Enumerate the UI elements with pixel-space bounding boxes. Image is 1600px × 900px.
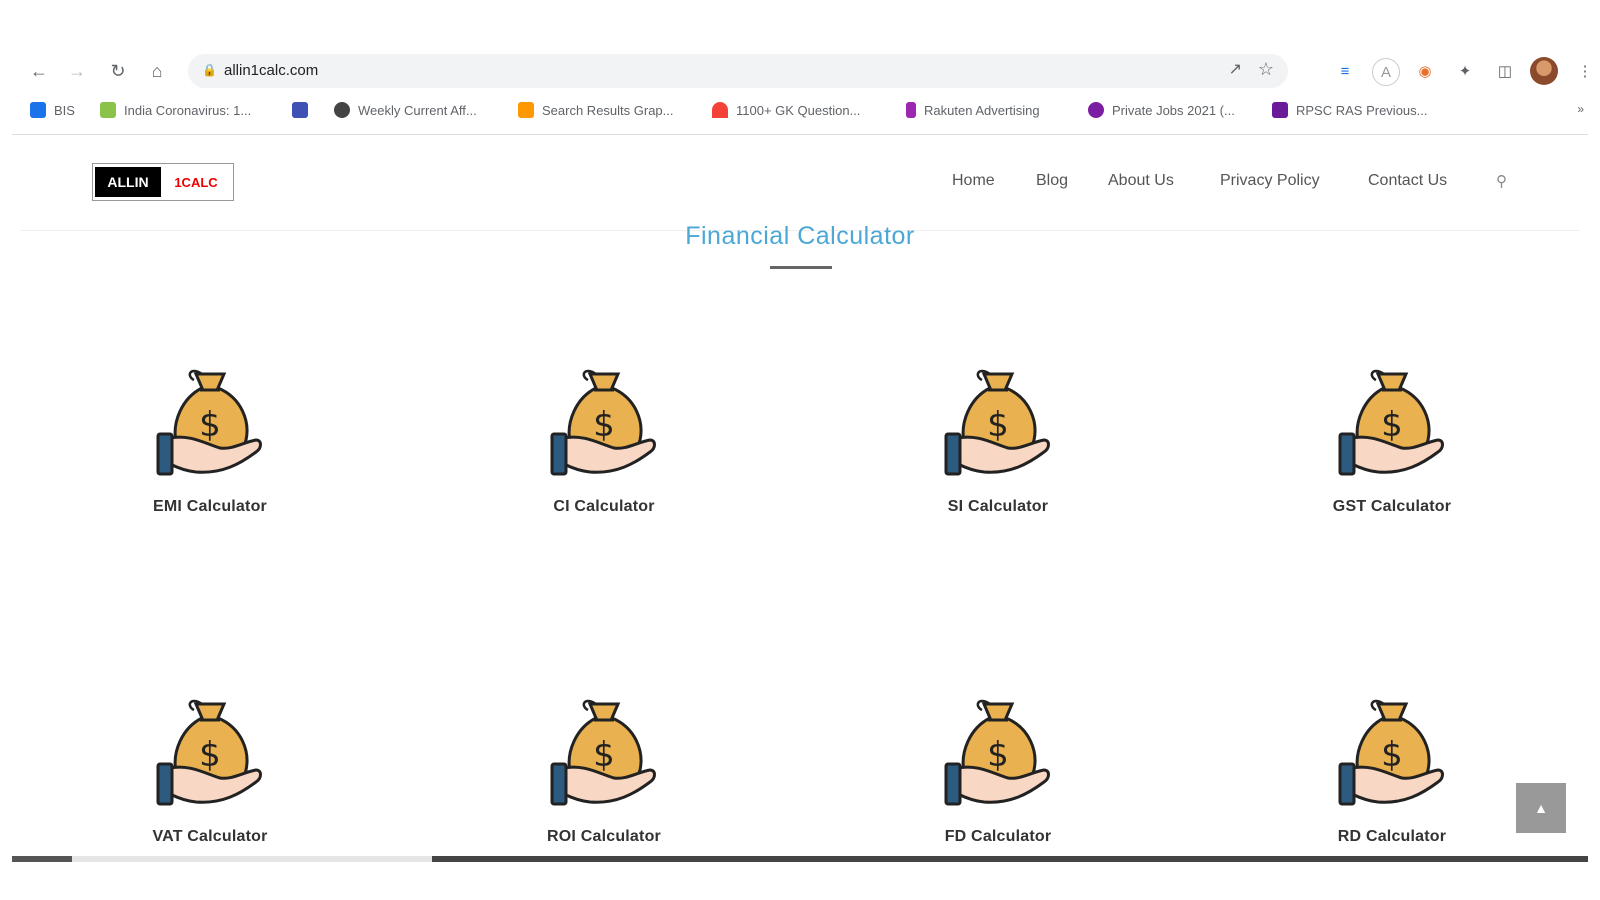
bookmark-favicon (334, 102, 350, 118)
bookmark-label: Weekly Current Aff... (358, 102, 477, 118)
calculator-label[interactable]: VAT Calculator (90, 828, 330, 846)
gst-calculator-card[interactable]: GST Calculator (1272, 360, 1512, 516)
bookmark-label: Search Results Grap... (542, 102, 674, 118)
money-bag-icon (544, 690, 664, 810)
logo-part-calc: 1CALC (174, 174, 218, 190)
address-bar[interactable]: 🔒 allin1calc.com ↗ ☆ (188, 54, 1288, 88)
section-title: Financial Calculator (685, 222, 915, 250)
translate-extension-icon[interactable]: ≡ (1332, 58, 1358, 84)
bookmark-favicon (518, 102, 534, 118)
bookmark-item[interactable]: India Coronavirus: 1... (100, 102, 251, 118)
reload-icon[interactable]: ↻ (105, 58, 131, 84)
search-icon[interactable]: ⚲ (1496, 172, 1507, 190)
calculator-label[interactable]: SI Calculator (878, 498, 1118, 516)
money-bag-icon (150, 360, 270, 480)
title-underline (770, 266, 832, 269)
calculator-label[interactable]: FD Calculator (878, 828, 1118, 846)
bookmark-label: BIS (54, 102, 75, 118)
scroll-to-top-button[interactable]: ▲ (1516, 783, 1566, 833)
logo-part-allin: ALLIN (95, 167, 161, 197)
side-panel-icon[interactable]: ◫ (1492, 58, 1518, 84)
money-bag-icon (938, 360, 1058, 480)
bookmarks-overflow-icon[interactable]: » (1577, 102, 1584, 116)
bookmark-item[interactable]: RPSC RAS Previous... (1272, 102, 1428, 118)
nav-about-us[interactable]: About Us (1108, 172, 1174, 190)
bookmark-favicon (906, 102, 916, 118)
bookmark-star-icon[interactable]: ☆ (1258, 59, 1274, 80)
bookmark-item[interactable]: BIS (30, 102, 75, 118)
horizontal-scrollbar[interactable] (12, 856, 1588, 862)
calculator-label[interactable]: CI Calculator (484, 498, 724, 516)
rd-calculator-card[interactable]: RD Calculator (1272, 690, 1512, 846)
bookmark-label: RPSC RAS Previous... (1296, 102, 1428, 118)
share-icon[interactable]: ↗ (1229, 59, 1242, 79)
si-calculator-card[interactable]: SI Calculator (878, 360, 1118, 516)
chevron-up-icon: ▲ (1534, 800, 1548, 816)
profile-a-extension-icon[interactable]: A (1372, 58, 1400, 86)
money-bag-icon (544, 360, 664, 480)
ci-calculator-card[interactable]: CI Calculator (484, 360, 724, 516)
url-text[interactable]: allin1calc.com (224, 62, 318, 79)
calculator-label[interactable]: RD Calculator (1272, 828, 1512, 846)
forward-icon[interactable]: → (64, 58, 90, 84)
bookmark-item[interactable]: 1100+ GK Question... (712, 102, 860, 118)
bookmark-label: India Coronavirus: 1... (124, 102, 252, 118)
nav-blog[interactable]: Blog (1036, 172, 1068, 190)
bookmark-label: Private Jobs 2021 (... (1112, 102, 1235, 118)
bookmarks-bar: BIS India Coronavirus: 1... Weekly Curre… (0, 98, 1600, 126)
fd-calculator-card[interactable]: FD Calculator (878, 690, 1118, 846)
emi-calculator-card[interactable]: EMI Calculator (90, 360, 330, 516)
lock-icon: 🔒 (202, 63, 217, 77)
roi-calculator-card[interactable]: ROI Calculator (484, 690, 724, 846)
bookmark-favicon (100, 102, 116, 118)
money-bag-icon (1332, 690, 1452, 810)
bookmark-favicon (712, 102, 728, 118)
nav-home[interactable]: Home (952, 172, 995, 190)
site-logo[interactable]: ALLIN 1CALC (92, 163, 234, 201)
bookmark-item[interactable]: Rakuten Advertising (906, 102, 1040, 118)
bookmark-item[interactable]: Weekly Current Aff... (334, 102, 477, 118)
nav-contact-us[interactable]: Contact Us (1368, 172, 1447, 190)
vat-calculator-card[interactable]: VAT Calculator (90, 690, 330, 846)
bookmark-favicon (30, 102, 46, 118)
bookmark-label: 1100+ GK Question... (736, 102, 861, 118)
colorful-extension-icon[interactable]: ◉ (1412, 58, 1438, 84)
bookmark-item[interactable]: Search Results Grap... (518, 102, 674, 118)
browser-toolbar: ← → ↻ ⌂ 🔒 allin1calc.com ↗ ☆ ≡ A ◉ ✦ ◫ ⋮ (0, 50, 1600, 94)
bookmark-favicon (1088, 102, 1104, 118)
money-bag-icon (150, 690, 270, 810)
menu-icon[interactable]: ⋮ (1572, 58, 1598, 84)
nav-privacy-policy[interactable]: Privacy Policy (1220, 172, 1320, 190)
home-icon[interactable]: ⌂ (144, 58, 170, 84)
browser-divider (12, 134, 1588, 135)
bookmark-label: Rakuten Advertising (924, 102, 1040, 118)
calculator-label[interactable]: ROI Calculator (484, 828, 724, 846)
bookmark-favicon (1272, 102, 1288, 118)
scrollbar-thumb[interactable] (432, 856, 1588, 862)
bookmark-item[interactable] (292, 102, 316, 118)
profile-avatar[interactable] (1530, 57, 1558, 85)
calculator-label[interactable]: GST Calculator (1272, 498, 1512, 516)
back-icon[interactable]: ← (26, 58, 52, 84)
scrollbar-segment (12, 856, 72, 862)
puzzle-extensions-icon[interactable]: ✦ (1452, 58, 1478, 84)
money-bag-icon (1332, 360, 1452, 480)
bookmark-favicon (292, 102, 308, 118)
calculator-label[interactable]: EMI Calculator (90, 498, 330, 516)
money-bag-icon (938, 690, 1058, 810)
bookmark-item[interactable]: Private Jobs 2021 (... (1088, 102, 1235, 118)
